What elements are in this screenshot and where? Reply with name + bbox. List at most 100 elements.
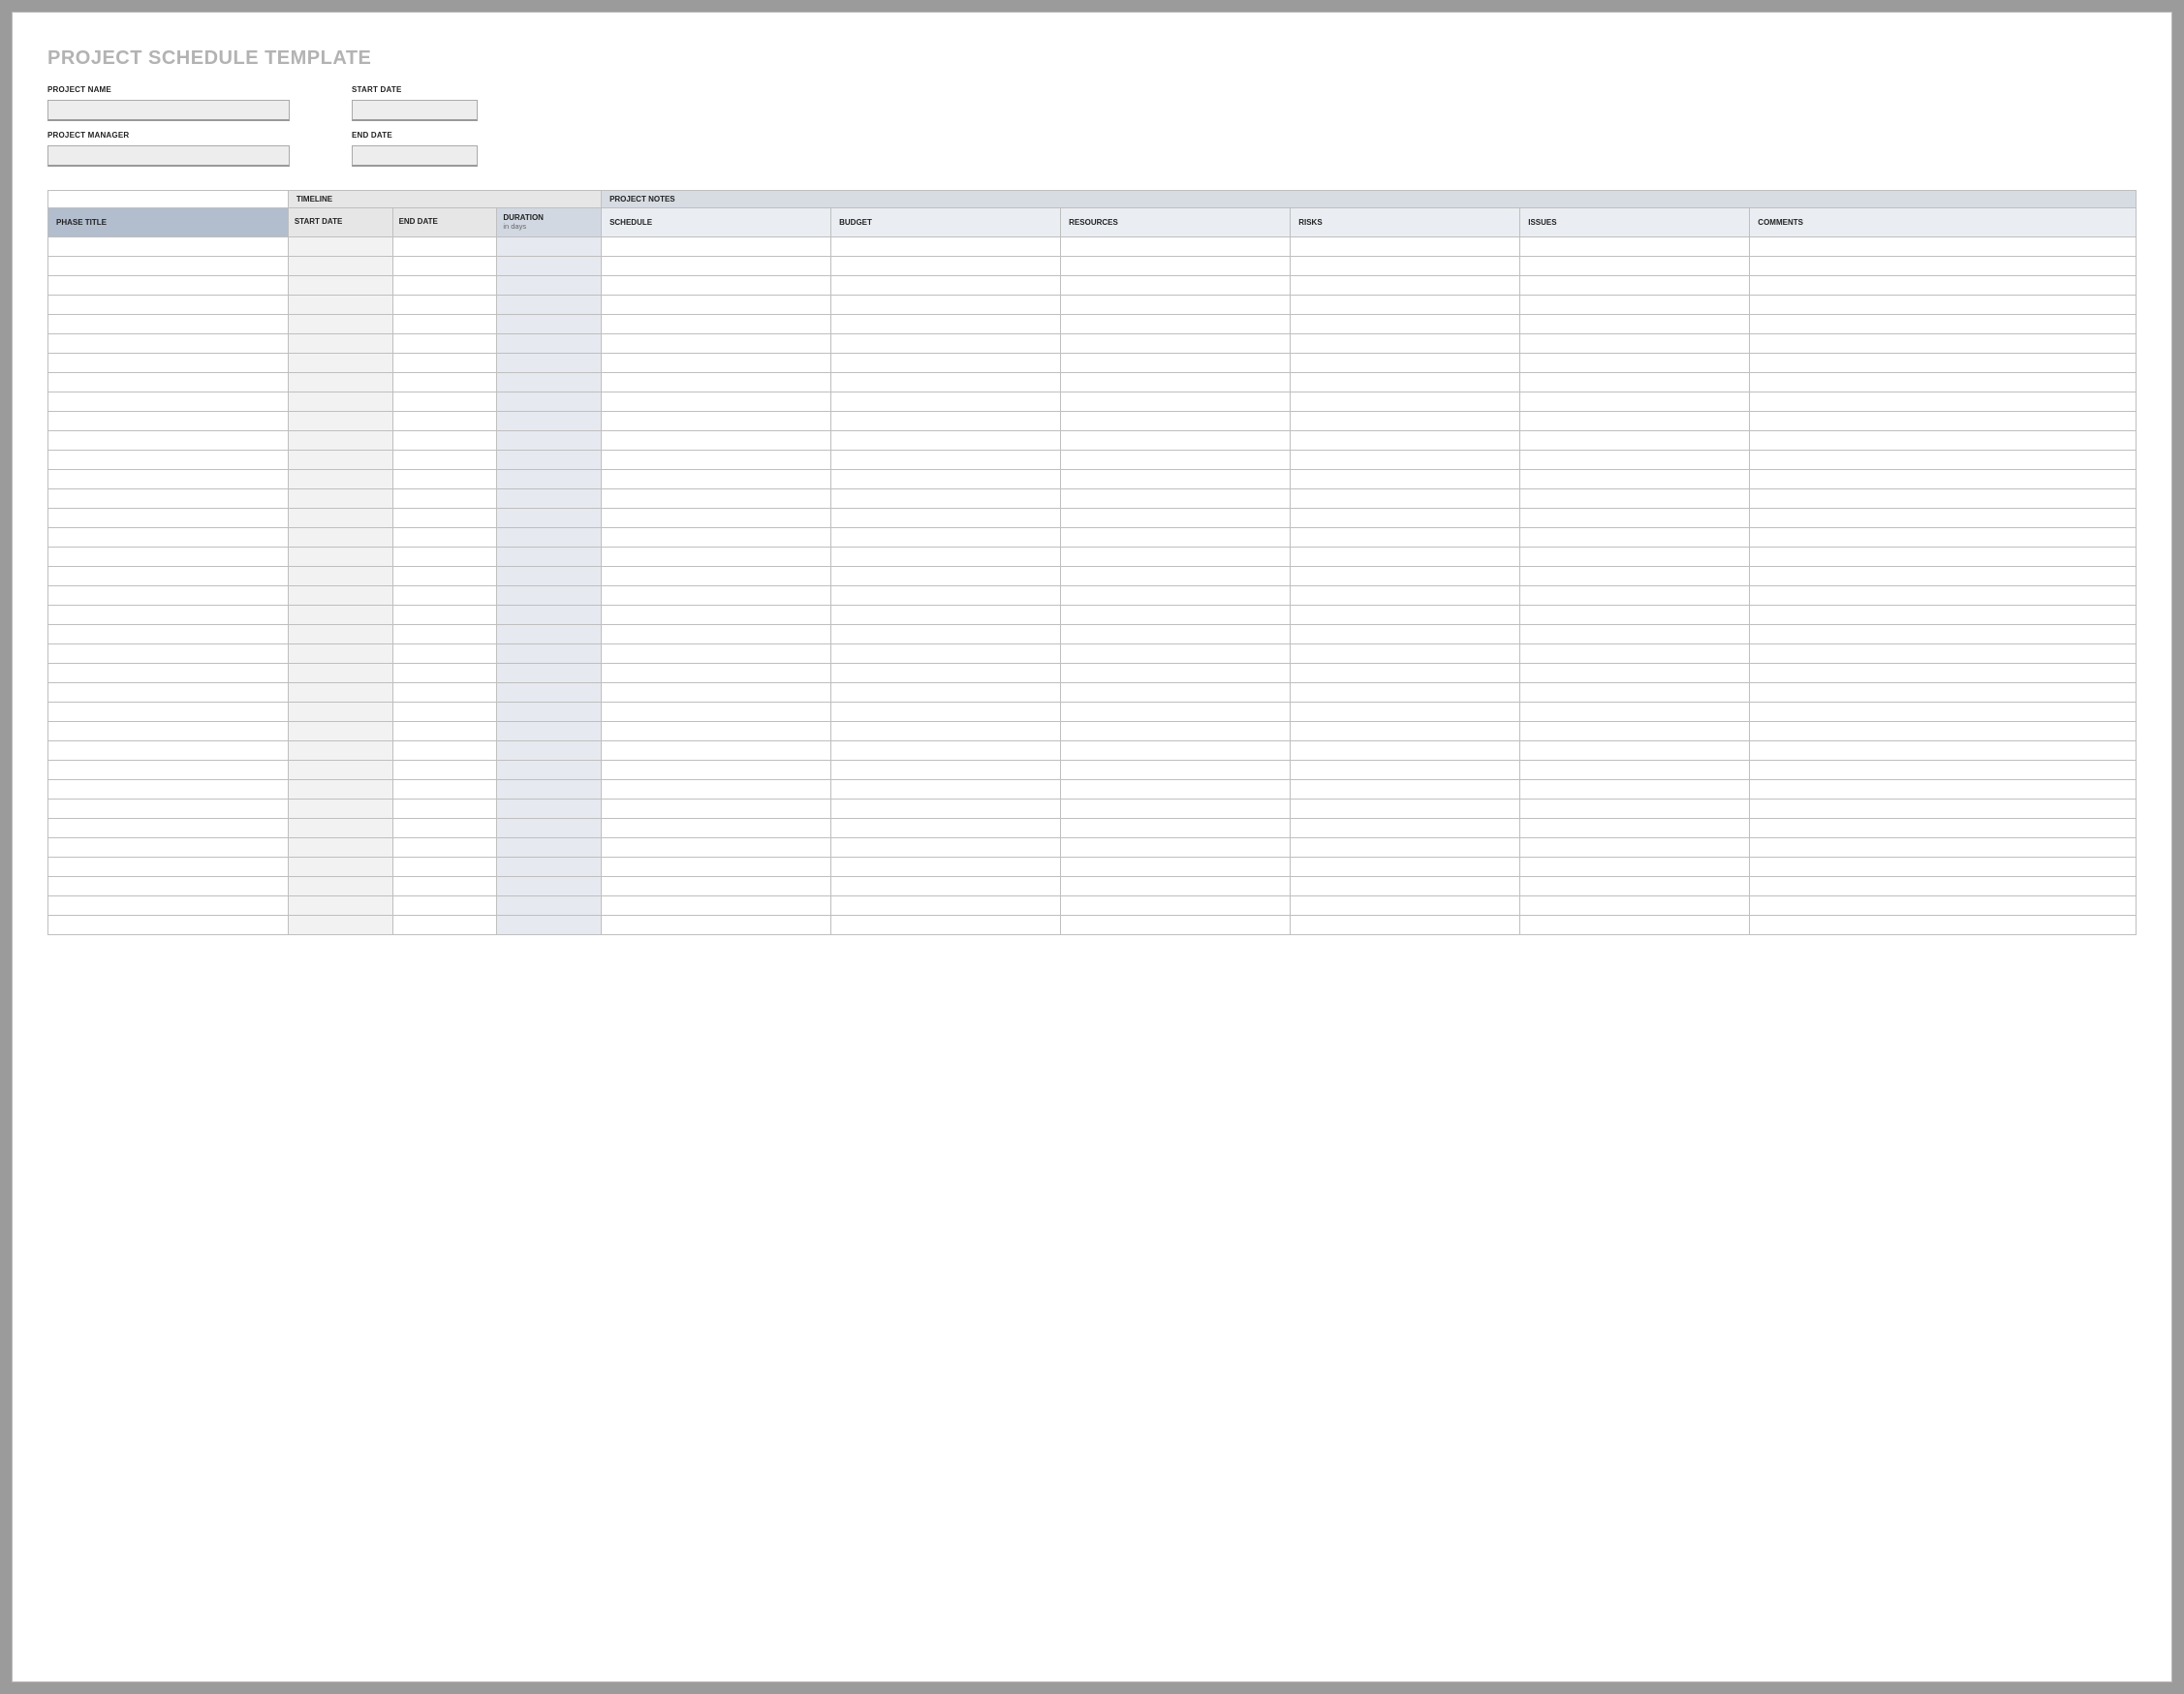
cell[interactable] bbox=[1520, 489, 1750, 509]
cell[interactable] bbox=[497, 509, 602, 528]
cell[interactable] bbox=[831, 877, 1061, 896]
cell[interactable] bbox=[497, 722, 602, 741]
cell[interactable] bbox=[48, 722, 289, 741]
cell[interactable] bbox=[1291, 509, 1520, 528]
cell[interactable] bbox=[831, 703, 1061, 722]
cell[interactable] bbox=[602, 489, 831, 509]
cell[interactable] bbox=[831, 392, 1061, 412]
cell[interactable] bbox=[1291, 896, 1520, 916]
cell[interactable] bbox=[497, 528, 602, 548]
cell[interactable] bbox=[392, 858, 497, 877]
cell[interactable] bbox=[392, 392, 497, 412]
cell[interactable] bbox=[831, 800, 1061, 819]
cell[interactable] bbox=[288, 431, 392, 451]
cell[interactable] bbox=[48, 800, 289, 819]
cell[interactable] bbox=[1291, 412, 1520, 431]
cell[interactable] bbox=[1520, 586, 1750, 606]
cell[interactable] bbox=[1061, 664, 1291, 683]
cell[interactable] bbox=[288, 896, 392, 916]
cell[interactable] bbox=[1291, 373, 1520, 392]
cell[interactable] bbox=[392, 819, 497, 838]
cell[interactable] bbox=[1520, 412, 1750, 431]
cell[interactable] bbox=[831, 528, 1061, 548]
cell[interactable] bbox=[1061, 431, 1291, 451]
cell[interactable] bbox=[602, 412, 831, 431]
cell[interactable] bbox=[392, 237, 497, 257]
cell[interactable] bbox=[1061, 237, 1291, 257]
cell[interactable] bbox=[1520, 916, 1750, 935]
cell[interactable] bbox=[1750, 237, 2137, 257]
cell[interactable] bbox=[392, 489, 497, 509]
cell[interactable] bbox=[288, 877, 392, 896]
cell[interactable] bbox=[1061, 896, 1291, 916]
cell[interactable] bbox=[392, 296, 497, 315]
cell[interactable] bbox=[392, 431, 497, 451]
cell[interactable] bbox=[497, 800, 602, 819]
cell[interactable] bbox=[1520, 838, 1750, 858]
cell[interactable] bbox=[1291, 257, 1520, 276]
cell[interactable] bbox=[392, 257, 497, 276]
cell[interactable] bbox=[1291, 567, 1520, 586]
cell[interactable] bbox=[1520, 819, 1750, 838]
cell[interactable] bbox=[1291, 296, 1520, 315]
cell[interactable] bbox=[602, 373, 831, 392]
cell[interactable] bbox=[1291, 586, 1520, 606]
cell[interactable] bbox=[288, 741, 392, 761]
cell[interactable] bbox=[1061, 257, 1291, 276]
cell[interactable] bbox=[1750, 896, 2137, 916]
cell[interactable] bbox=[48, 916, 289, 935]
cell[interactable] bbox=[392, 896, 497, 916]
cell[interactable] bbox=[392, 334, 497, 354]
cell[interactable] bbox=[831, 761, 1061, 780]
cell[interactable] bbox=[1750, 664, 2137, 683]
cell[interactable] bbox=[831, 489, 1061, 509]
cell[interactable] bbox=[1520, 392, 1750, 412]
cell[interactable] bbox=[602, 548, 831, 567]
cell[interactable] bbox=[1520, 664, 1750, 683]
cell[interactable] bbox=[602, 237, 831, 257]
cell[interactable] bbox=[392, 276, 497, 296]
cell[interactable] bbox=[497, 237, 602, 257]
cell[interactable] bbox=[1520, 683, 1750, 703]
cell[interactable] bbox=[831, 567, 1061, 586]
cell[interactable] bbox=[392, 644, 497, 664]
cell[interactable] bbox=[48, 741, 289, 761]
cell[interactable] bbox=[1061, 761, 1291, 780]
cell[interactable] bbox=[1750, 858, 2137, 877]
cell[interactable] bbox=[1520, 296, 1750, 315]
cell[interactable] bbox=[288, 257, 392, 276]
cell[interactable] bbox=[288, 237, 392, 257]
cell[interactable] bbox=[1750, 586, 2137, 606]
cell[interactable] bbox=[1520, 257, 1750, 276]
cell[interactable] bbox=[602, 800, 831, 819]
cell[interactable] bbox=[392, 315, 497, 334]
cell[interactable] bbox=[288, 354, 392, 373]
end-date-input[interactable] bbox=[352, 145, 478, 167]
cell[interactable] bbox=[497, 315, 602, 334]
cell[interactable] bbox=[1291, 800, 1520, 819]
cell[interactable] bbox=[831, 237, 1061, 257]
cell[interactable] bbox=[1291, 237, 1520, 257]
cell[interactable] bbox=[48, 334, 289, 354]
cell[interactable] bbox=[1061, 722, 1291, 741]
cell[interactable] bbox=[288, 373, 392, 392]
cell[interactable] bbox=[48, 703, 289, 722]
cell[interactable] bbox=[1750, 683, 2137, 703]
cell[interactable] bbox=[831, 470, 1061, 489]
cell[interactable] bbox=[1520, 722, 1750, 741]
cell[interactable] bbox=[1520, 761, 1750, 780]
cell[interactable] bbox=[392, 703, 497, 722]
cell[interactable] bbox=[392, 606, 497, 625]
cell[interactable] bbox=[48, 237, 289, 257]
project-name-input[interactable] bbox=[47, 100, 290, 121]
cell[interactable] bbox=[831, 509, 1061, 528]
cell[interactable] bbox=[831, 916, 1061, 935]
cell[interactable] bbox=[1291, 703, 1520, 722]
cell[interactable] bbox=[602, 470, 831, 489]
cell[interactable] bbox=[392, 586, 497, 606]
cell[interactable] bbox=[288, 722, 392, 741]
cell[interactable] bbox=[392, 509, 497, 528]
cell[interactable] bbox=[1291, 741, 1520, 761]
cell[interactable] bbox=[497, 276, 602, 296]
cell[interactable] bbox=[288, 296, 392, 315]
